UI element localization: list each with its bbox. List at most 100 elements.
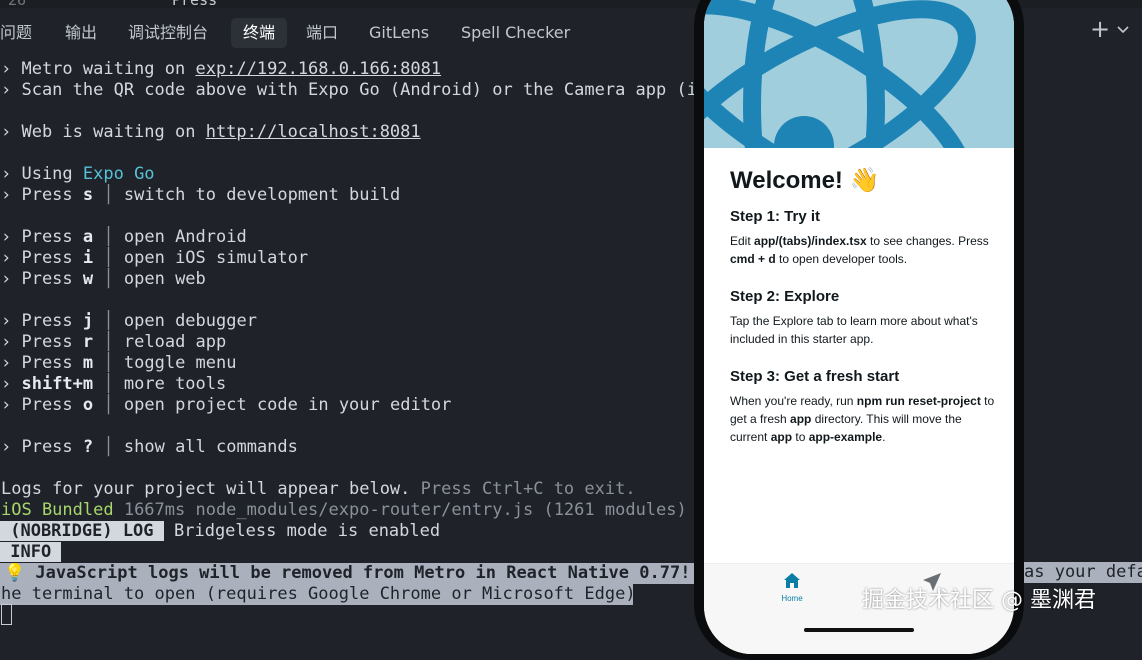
step1-title: Step 1: Try it — [730, 208, 821, 225]
terminal-line-scan: › Scan the QR code above with Expo Go (A… — [1, 80, 708, 100]
simulator-screen[interactable]: Welcome! 👋 Step 1: Try it Edit app/(tabs… — [704, 0, 1014, 654]
shortcut-key: ? — [82, 437, 94, 457]
home-indicator — [804, 628, 914, 632]
shortcut-prefix: › Press — [1, 395, 83, 415]
shortcut-line: › Press ? │ show all commands — [1, 437, 298, 458]
shortcut-line: › Press a │ open Android — [1, 227, 247, 248]
shortcut-key: w — [82, 269, 94, 289]
shortcut-prefix: › Press — [1, 353, 83, 373]
terminal-line-log: (NOBRIDGE) LOG Bridgeless mode is enable… — [0, 521, 440, 542]
log-badge: (NOBRIDGE) LOG — [0, 521, 164, 541]
step3-body: When you're ready, run npm run reset-pro… — [730, 394, 995, 444]
step3-title: Step 3: Get a fresh start — [730, 368, 900, 385]
separator: │ — [103, 311, 114, 331]
ios-simulator-frame: Welcome! 👋 Step 1: Try it Edit app/(tabs… — [694, 0, 1024, 660]
shortcut-desc: switch to development build — [123, 185, 401, 205]
web-prefix: › Web is waiting on — [1, 122, 206, 142]
terminal-line-logs: Logs for your project will appear below.… — [1, 479, 636, 500]
tab-ports[interactable]: 端口 — [306, 18, 338, 48]
logs-hint: Press Ctrl+C to exit. — [410, 479, 636, 499]
shortcut-line: › Press w │ open web — [1, 269, 206, 290]
separator: │ — [103, 374, 114, 394]
home-icon — [784, 573, 800, 588]
separator: │ — [103, 248, 114, 268]
shortcut-desc: toggle menu — [123, 353, 237, 373]
terminal-selected-line[interactable]: 💡 JavaScript logs will be removed from M… — [0, 563, 698, 584]
terminal-selected-overflow: as your defa — [1024, 562, 1142, 583]
web-url-link[interactable]: http://localhost:8081 — [206, 122, 421, 142]
bundle-detail: 1667ms node_modules/expo-router/entry.js… — [113, 500, 687, 520]
separator: │ — [103, 227, 114, 247]
tab-spell-checker[interactable]: Spell Checker — [461, 18, 570, 48]
separator: │ — [103, 332, 114, 352]
separator: │ — [103, 353, 114, 373]
metro-url-link[interactable]: exp://192.168.0.166:8081 — [195, 59, 441, 79]
separator: │ — [103, 185, 114, 205]
shortcut-desc: open web — [123, 269, 206, 289]
info-badge: INFO — [0, 542, 62, 562]
step2-title: Step 2: Explore — [730, 288, 840, 305]
terminal-line-using: › Using Expo Go — [1, 164, 155, 185]
terminal-line-metro: › Metro waiting on exp://192.168.0.166:8… — [1, 59, 441, 80]
terminal-dropdown-chevron-icon[interactable] — [1117, 23, 1129, 37]
shortcut-key: a — [82, 227, 94, 247]
shortcut-desc: show all commands — [123, 437, 298, 457]
new-terminal-plus-icon[interactable]: + — [1090, 17, 1110, 41]
using-value: Expo Go — [82, 164, 155, 184]
shortcut-line: › Press m │ toggle menu — [1, 353, 236, 374]
tab-problems[interactable]: 问题 — [0, 18, 32, 48]
line-number: 26 — [8, 0, 26, 8]
shortcut-prefix: › Press — [1, 248, 83, 268]
tab-home[interactable]: Home — [770, 572, 814, 603]
react-logo-icon — [704, 0, 976, 148]
logs-text: Logs for your project will appear below. — [1, 479, 411, 499]
shortcut-prefix: › Press — [1, 332, 83, 352]
using-prefix: › Using — [1, 164, 83, 184]
step1-body: Edit app/(tabs)/index.tsx to see changes… — [730, 234, 989, 266]
terminal-cursor — [1, 604, 12, 625]
tab-gitlens[interactable]: GitLens — [369, 18, 429, 48]
shortcut-line: › Press o │ open project code in your ed… — [1, 395, 451, 416]
shortcut-desc: reload app — [123, 332, 227, 352]
step2-body: Tap the Explore tab to learn more about … — [730, 314, 978, 346]
shortcut-key: o — [82, 395, 94, 415]
separator: │ — [103, 437, 114, 457]
shortcut-desc: open debugger — [123, 311, 257, 331]
shortcut-prefix: › Press — [1, 269, 83, 289]
shortcut-line: › Press s │ switch to development build — [1, 185, 400, 206]
terminal-line-info: INFO — [0, 542, 62, 563]
log-message: Bridgeless mode is enabled — [163, 521, 441, 541]
shortcut-prefix: › Press — [1, 437, 83, 457]
shortcut-key: r — [82, 332, 94, 352]
shortcut-desc: open Android — [123, 227, 247, 247]
metro-prefix: › Metro waiting on — [1, 59, 196, 79]
tab-debug-console[interactable]: 调试控制台 — [128, 18, 208, 48]
shortcut-prefix: › — [1, 374, 22, 394]
shortcut-prefix: › Press — [1, 311, 83, 331]
shortcut-line: › Press r │ reload app — [1, 332, 226, 353]
shortcut-key: shift+m — [21, 374, 94, 394]
header-image — [704, 0, 1014, 148]
terminal-line-bundled: iOS Bundled 1667ms node_modules/expo-rou… — [1, 500, 687, 521]
shortcut-desc: more tools — [123, 374, 227, 394]
terminal-selected-line-2[interactable]: he terminal to open (requires Google Chr… — [0, 584, 633, 605]
shortcut-key: m — [82, 353, 94, 373]
separator: │ — [103, 395, 114, 415]
watermark: 掘金技术社区 @ 墨渊君 — [862, 588, 1096, 613]
shortcut-prefix: › Press — [1, 227, 83, 247]
shortcut-key: i — [82, 248, 94, 268]
separator: │ — [103, 269, 114, 289]
bundle-label: iOS Bundled — [1, 500, 114, 520]
shortcut-desc: open project code in your editor — [123, 395, 452, 415]
tab-terminal[interactable]: 终端 — [231, 18, 288, 48]
shortcut-line: › shift+m │ more tools — [1, 374, 226, 395]
editor-code: Press — [172, 0, 217, 8]
shortcut-desc: open iOS simulator — [123, 248, 309, 268]
tab-output[interactable]: 输出 — [65, 18, 97, 48]
shortcut-prefix: › Press — [1, 185, 83, 205]
tab-home-label: Home — [781, 594, 803, 603]
terminal-line-web: › Web is waiting on http://localhost:808… — [1, 122, 421, 143]
welcome-title: Welcome! 👋 — [730, 167, 880, 194]
shortcut-key: s — [82, 185, 94, 205]
shortcut-key: j — [82, 311, 94, 331]
